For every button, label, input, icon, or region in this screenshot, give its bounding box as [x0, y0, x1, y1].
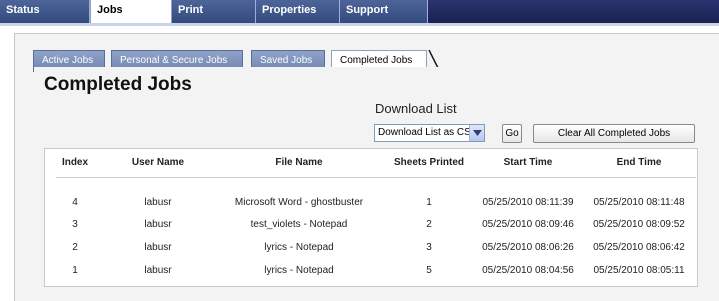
cell-user-name: labusr	[144, 265, 172, 276]
page-title: Completed Jobs	[44, 74, 192, 95]
dropdown-arrow-icon[interactable]	[469, 125, 484, 141]
clear-all-completed-jobs-button[interactable]: Clear All Completed Jobs	[533, 124, 695, 143]
cell-index: 2	[72, 242, 78, 253]
nav-tab-print[interactable]: Print	[172, 0, 256, 23]
col-header-start-time: Start Time	[503, 157, 553, 168]
subtab-label: Personal & Secure Jobs	[120, 55, 228, 66]
subtab-label: Saved Jobs	[260, 55, 313, 66]
cell-index: 3	[72, 219, 78, 230]
header-divider	[56, 177, 696, 178]
cell-end-time: 05/25/2010 08:09:52	[593, 219, 685, 230]
nav-tab-label: Support	[346, 4, 389, 16]
col-header-file-name: File Name	[275, 157, 323, 168]
cell-end-time: 05/25/2010 08:11:48	[593, 197, 685, 208]
subtab-label: Completed Jobs	[340, 55, 413, 66]
cell-start-time: 05/25/2010 08:04:56	[482, 265, 574, 276]
nav-tab-label: Status	[6, 4, 40, 16]
subtab-label: Active Jobs	[42, 55, 94, 66]
nav-tab-label: Print	[178, 4, 204, 16]
cell-file-name: Microsoft Word - ghostbuster	[234, 197, 364, 208]
col-header-sheets-printed: Sheets Printed	[393, 157, 465, 168]
cell-start-time: 05/25/2010 08:06:26	[482, 242, 574, 253]
cell-user-name: labusr	[144, 219, 172, 230]
download-format-value: Download List as CSV	[378, 127, 478, 138]
cell-file-name: lyrics - Notepad	[264, 242, 334, 253]
cell-sheets-printed: 5	[426, 265, 432, 276]
cell-start-time: 05/25/2010 08:11:39	[482, 197, 574, 208]
cell-index: 1	[72, 265, 78, 276]
cell-end-time: 05/25/2010 08:06:42	[593, 242, 685, 253]
cell-user-name: labusr	[144, 197, 172, 208]
cell-file-name: lyrics - Notepad	[264, 265, 334, 276]
nav-tab-support[interactable]: Support	[340, 0, 428, 23]
nav-divider	[0, 23, 719, 26]
nav-tab-properties[interactable]: Properties	[256, 0, 340, 23]
cell-user-name: labusr	[144, 242, 172, 253]
cell-file-name: test_violets - Notepad	[250, 219, 348, 230]
nav-tab-label: Jobs	[97, 4, 123, 16]
download-list-label: Download List	[375, 101, 457, 116]
cell-sheets-printed: 1	[426, 197, 432, 208]
cell-start-time: 05/25/2010 08:09:46	[482, 219, 574, 230]
cell-end-time: 05/25/2010 08:05:11	[593, 265, 685, 276]
col-header-index: Index	[61, 157, 89, 168]
cell-sheets-printed: 2	[426, 219, 432, 230]
col-header-end-time: End Time	[616, 157, 662, 168]
download-format-select[interactable]: Download List as CSV	[374, 124, 485, 142]
nav-tab-label: Properties	[262, 4, 317, 16]
nav-tab-status[interactable]: Status	[0, 0, 90, 23]
cell-sheets-printed: 3	[426, 242, 432, 253]
cell-index: 4	[72, 197, 78, 208]
col-header-user-name: User Name	[131, 157, 185, 168]
go-button[interactable]: Go	[502, 124, 522, 143]
